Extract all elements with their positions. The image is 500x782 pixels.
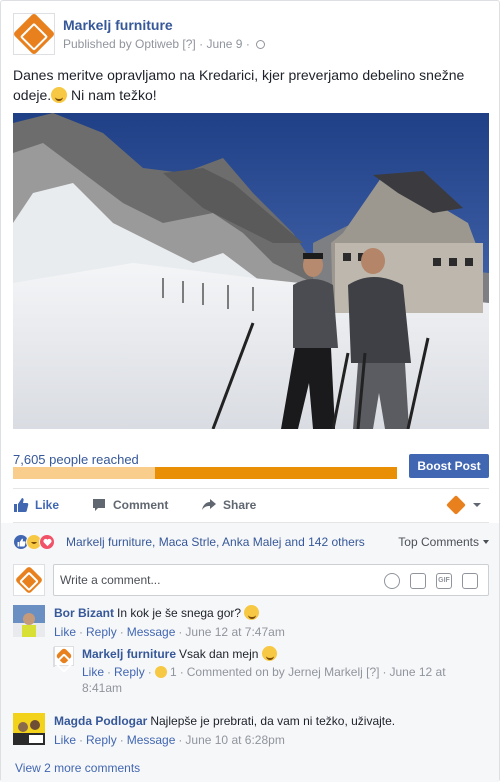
share-arrow-icon [202, 499, 216, 510]
laugh-emoji-icon [244, 605, 260, 620]
comment-body: Bor Bizant In kok je še snega gor? [54, 605, 260, 621]
post-date[interactable]: June 9 [206, 37, 242, 51]
page-avatar[interactable] [12, 12, 56, 56]
comment-icon [93, 499, 105, 511]
like-button[interactable]: Like [13, 495, 59, 515]
globe-icon [256, 40, 266, 49]
reply-time[interactable]: June 12 at [390, 665, 446, 679]
brand-logo-icon [446, 495, 466, 515]
smile-emoji-icon [261, 646, 277, 661]
comment-message-link[interactable]: Message [127, 733, 176, 747]
brand-logo-icon [55, 647, 73, 665]
boost-post-button[interactable]: Boost Post [409, 454, 489, 478]
comment-author[interactable]: Magda Podlogar [54, 714, 147, 728]
reach-label[interactable]: 7,605 people reached [13, 452, 139, 467]
post-meta: Published by Optiweb [?] · June 9 · [63, 37, 266, 51]
reply-time-continued[interactable]: 8:41am [82, 680, 122, 696]
haha-reaction-icon [154, 666, 167, 678]
emoji-icon[interactable] [384, 573, 400, 589]
reply-actions: Like · Reply · 1 · Commented on by Jernej Mar… [82, 665, 446, 679]
post-as-selector[interactable] [446, 495, 489, 515]
post-card: Markelj furniture Published by Optiweb [… [0, 0, 500, 782]
reply-author[interactable]: Markelj furniture [82, 647, 176, 661]
commenter-avatar[interactable] [13, 713, 45, 745]
thumbs-up-icon [14, 498, 29, 512]
comment-message-link[interactable]: Message [127, 625, 176, 639]
comment-reply-link[interactable]: Reply [86, 625, 117, 639]
gif-icon[interactable]: GIF [436, 573, 452, 589]
smile-emoji-icon [51, 87, 68, 103]
chevron-down-icon [473, 503, 481, 507]
comment-composer[interactable]: GIF [53, 564, 489, 596]
commenter-avatar[interactable] [13, 605, 45, 637]
photo-illustration [13, 113, 489, 429]
comment-actions: Like · Reply · Message · June 10 at 6:28pm [54, 733, 285, 747]
reply-body: Markelj furniture Vsak dan mejn [82, 646, 277, 662]
share-button[interactable]: Share [201, 495, 256, 515]
reach-bar-organic [13, 467, 155, 479]
post-photo[interactable] [13, 113, 489, 429]
comment-time[interactable]: June 10 at 6:28pm [185, 733, 284, 747]
reaction-summary[interactable]: Markelj furniture, Maca Strle, Anka Male… [66, 535, 365, 549]
commented-on-label: Commented on by Jernej Markelj [186, 665, 363, 679]
comment-body: Magda Podlogar Najlepše je prebrati, da v… [54, 714, 396, 728]
brand-logo-icon [14, 565, 44, 595]
reaction-icons[interactable] [13, 534, 55, 550]
page-name[interactable]: Markelj furniture [63, 17, 173, 33]
view-more-comments-link[interactable]: View 2 more comments [15, 761, 140, 775]
reply-like-link[interactable]: Like [82, 665, 104, 679]
comment-like-link[interactable]: Like [54, 625, 76, 639]
reach-progress-bar [13, 467, 397, 479]
comment-actions: Like · Reply · Message · June 12 at 7:47am [54, 625, 285, 639]
sticker-icon[interactable] [462, 573, 478, 589]
divider [13, 488, 489, 489]
reply-avatar[interactable] [54, 646, 74, 666]
comment-sort-dropdown[interactable]: Top Comments [398, 535, 489, 549]
info-marker[interactable]: [?] [182, 37, 195, 51]
brand-logo-icon [12, 12, 56, 56]
post-message: Danes meritve opravljamo na Kredarici, k… [13, 67, 465, 103]
comment-like-link[interactable]: Like [54, 733, 76, 747]
love-reaction-icon [39, 534, 55, 550]
composer-avatar [13, 564, 45, 596]
comment-time[interactable]: June 12 at 7:47am [185, 625, 284, 639]
comment-reply-link[interactable]: Reply [86, 733, 117, 747]
reach-bar-paid [155, 467, 397, 479]
reply-reaction-count[interactable]: 1 [170, 665, 177, 679]
camera-icon[interactable] [410, 573, 426, 589]
comment-button[interactable]: Comment [91, 495, 168, 515]
reply-reply-link[interactable]: Reply [114, 665, 145, 679]
post-header: Markelj furniture Published by Optiweb [… [12, 12, 487, 57]
comment-author[interactable]: Bor Bizant [54, 606, 114, 620]
composer-tools: GIF [384, 573, 478, 589]
comment-input[interactable] [54, 565, 354, 595]
published-by: Published by Optiweb [63, 37, 180, 51]
info-marker[interactable]: [?] [366, 665, 379, 679]
